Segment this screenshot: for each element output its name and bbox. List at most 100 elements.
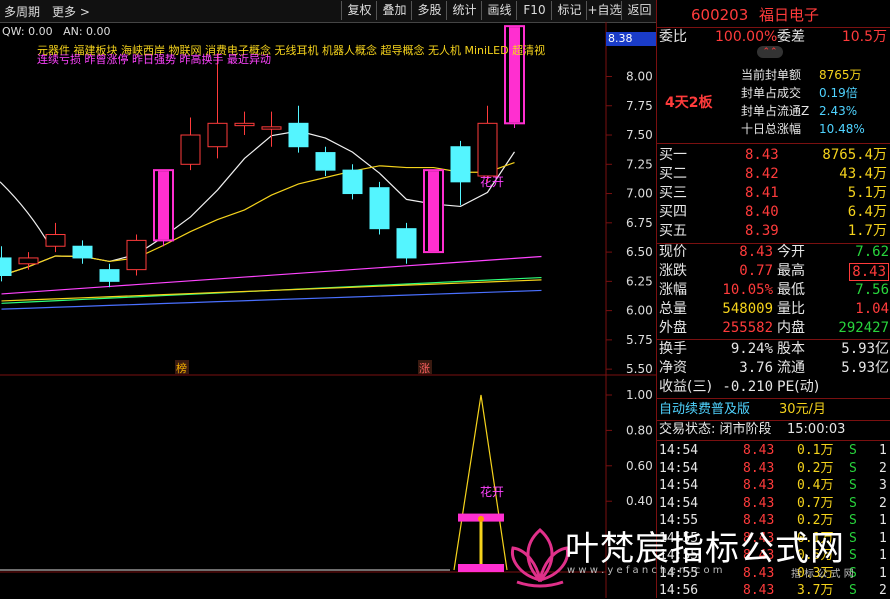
toolbar-button-6[interactable]: 标记 xyxy=(551,1,587,20)
candle-body[interactable] xyxy=(234,122,255,127)
watermark: 叶梵宸指标公式网 w w w . y e f a n c h e n . c o… xyxy=(505,515,885,595)
candle-body[interactable] xyxy=(0,257,12,276)
seal-value: 0.19倍 xyxy=(819,86,858,100)
stat-value: 548009 xyxy=(722,301,773,317)
stock-name: 福日电子 xyxy=(759,6,820,24)
stat-row: 涨幅 10.05% 最低 7.56 xyxy=(657,281,890,300)
kline-chart[interactable]: 8.00 7.75 7.50 7.25 7.00 6.75 6.50 6.25 6.00 5.75… xyxy=(0,22,656,598)
candle-body[interactable] xyxy=(72,245,93,259)
toolbar-button-5[interactable]: F10 xyxy=(516,1,552,20)
tick-row: 14:54 8.43 0.1万 S 1 xyxy=(657,442,890,459)
toolbar-button-1[interactable]: 叠加 xyxy=(376,1,412,20)
toolbar-button-0[interactable]: 复权 xyxy=(341,1,377,20)
stat-label: 现价 xyxy=(659,244,687,260)
bid-row[interactable]: 买一 8.43 8765.4万 xyxy=(657,146,890,165)
seal-label: 封单占流通Z xyxy=(741,104,810,118)
promo-banner[interactable]: 自动续费普及版 30元/月 xyxy=(657,400,890,419)
toolbar-button-3[interactable]: 统计 xyxy=(446,1,482,20)
bid-price: 8.40 xyxy=(745,204,779,220)
candle-body[interactable] xyxy=(18,257,39,265)
candle-body[interactable] xyxy=(288,122,309,148)
period-selector[interactable]: 多周期 xyxy=(4,3,40,20)
toolbar-button-4[interactable]: 画线 xyxy=(481,1,517,20)
stat-value: 292427 xyxy=(838,320,889,336)
stat-label: 总量 xyxy=(659,301,687,317)
candle-body[interactable] xyxy=(45,234,66,247)
stock-code: 600203 xyxy=(691,6,749,24)
bid-label: 买一 xyxy=(659,147,687,163)
last-price-badge: 8.38 xyxy=(606,32,658,46)
stock-header[interactable]: 600203 福日电子 xyxy=(657,4,890,26)
stat-label: 外盘 xyxy=(659,320,687,336)
watermark-url: w w w . y e f a n c h e n . c o m xyxy=(567,565,723,576)
promo-text: 自动续费普及版 xyxy=(659,402,751,417)
more-menu[interactable]: 更多 > xyxy=(52,3,90,20)
candle-body[interactable] xyxy=(99,269,120,282)
seal-row: 当前封单额 8765万 xyxy=(657,66,890,84)
candle-body[interactable] xyxy=(207,122,228,148)
bid-volume: 8765.4万 xyxy=(822,147,887,163)
stat-row: 现价 8.43 今开 7.62 xyxy=(657,243,890,262)
ma5-prefix xyxy=(0,181,51,247)
chevron-up-icon: ⌃⌃ xyxy=(762,47,778,57)
tick-count: 3 xyxy=(879,478,887,493)
weibi-label: 委比 xyxy=(659,29,687,45)
y-tick-label: 7.75 xyxy=(626,99,653,113)
watermark-tag: 指 标 公 式 网 xyxy=(791,569,854,580)
candle-body[interactable] xyxy=(126,239,147,271)
tick-volume: 0.4万 xyxy=(797,478,834,493)
huakai-label-top: 花开 xyxy=(480,174,504,189)
seal-value: 10.48% xyxy=(819,122,865,136)
collapse-button[interactable]: ⌃⌃ xyxy=(757,46,783,58)
toolbar-button-8[interactable]: 返回 xyxy=(621,1,657,20)
bang-mark[interactable]: 榜 xyxy=(176,361,187,375)
candle-body[interactable] xyxy=(315,152,336,171)
tick-time: 14:54 xyxy=(659,443,699,458)
candle-body[interactable] xyxy=(342,169,363,195)
signal-bar-bottom xyxy=(458,564,504,572)
tick-time: 14:54 xyxy=(659,460,699,476)
candle-body[interactable] xyxy=(477,122,498,177)
tick-price: 8.43 xyxy=(743,478,775,493)
zhang-mark[interactable]: 涨 xyxy=(419,362,430,375)
tick-row: 14:54 8.43 0.4万 S 3 xyxy=(657,477,890,494)
toolbar-button-2[interactable]: 多股 xyxy=(411,1,447,20)
toolbar-button-7[interactable]: +自选 xyxy=(586,1,622,20)
candle-body[interactable] xyxy=(261,126,282,130)
stat-value: 0.77 xyxy=(739,263,773,279)
weicha-value: 10.5万 xyxy=(841,29,887,45)
stat2-label: 股本 xyxy=(777,341,805,357)
bid-volume: 1.7万 xyxy=(847,223,887,239)
candle-body[interactable] xyxy=(396,228,417,259)
candle-body[interactable] xyxy=(180,134,201,165)
stat-row: 外盘 255582 内盘 292427 xyxy=(657,319,890,338)
stat2-label: 收益(三) xyxy=(659,379,712,395)
candle-body[interactable] xyxy=(369,187,390,230)
stat-label: 内盘 xyxy=(777,320,805,336)
stat-label: 量比 xyxy=(777,301,805,317)
bid-label: 买四 xyxy=(659,204,687,220)
tick-price: 8.43 xyxy=(743,460,775,476)
stat-label: 今开 xyxy=(777,244,805,260)
bid-price: 8.42 xyxy=(745,166,779,182)
tick-time: 14:54 xyxy=(659,495,699,511)
bid-row[interactable]: 买三 8.41 5.1万 xyxy=(657,184,890,203)
bid-row[interactable]: 买四 8.40 6.4万 xyxy=(657,203,890,222)
qw-value: QW: 0.00 xyxy=(2,25,53,38)
lower-y-tick-label: 1.00 xyxy=(626,388,653,402)
bid-price: 8.41 xyxy=(745,185,779,201)
seal-row: 十日总涨幅 10.48% xyxy=(657,120,890,138)
stat2-value: -0.210 xyxy=(722,379,773,395)
stat2-value: 9.24% xyxy=(730,341,773,357)
stat-value: 255582 xyxy=(722,320,773,336)
weicha-label: 委差 xyxy=(777,29,805,45)
bid-row[interactable]: 买二 8.42 43.4万 xyxy=(657,165,890,184)
stat-value: 8.43 xyxy=(739,244,773,260)
signal-tags: 连续亏损 昨曾涨停 昨日强势 昨高换手 最近异动 xyxy=(37,53,271,66)
stat2-value: 3.76 xyxy=(739,360,773,376)
bid-row[interactable]: 买五 8.39 1.7万 xyxy=(657,222,890,241)
candle-body[interactable] xyxy=(450,146,471,183)
promo-price: 30元/月 xyxy=(779,402,826,417)
bid-volume: 5.1万 xyxy=(847,185,887,201)
stat-label: 涨跌 xyxy=(659,263,687,279)
